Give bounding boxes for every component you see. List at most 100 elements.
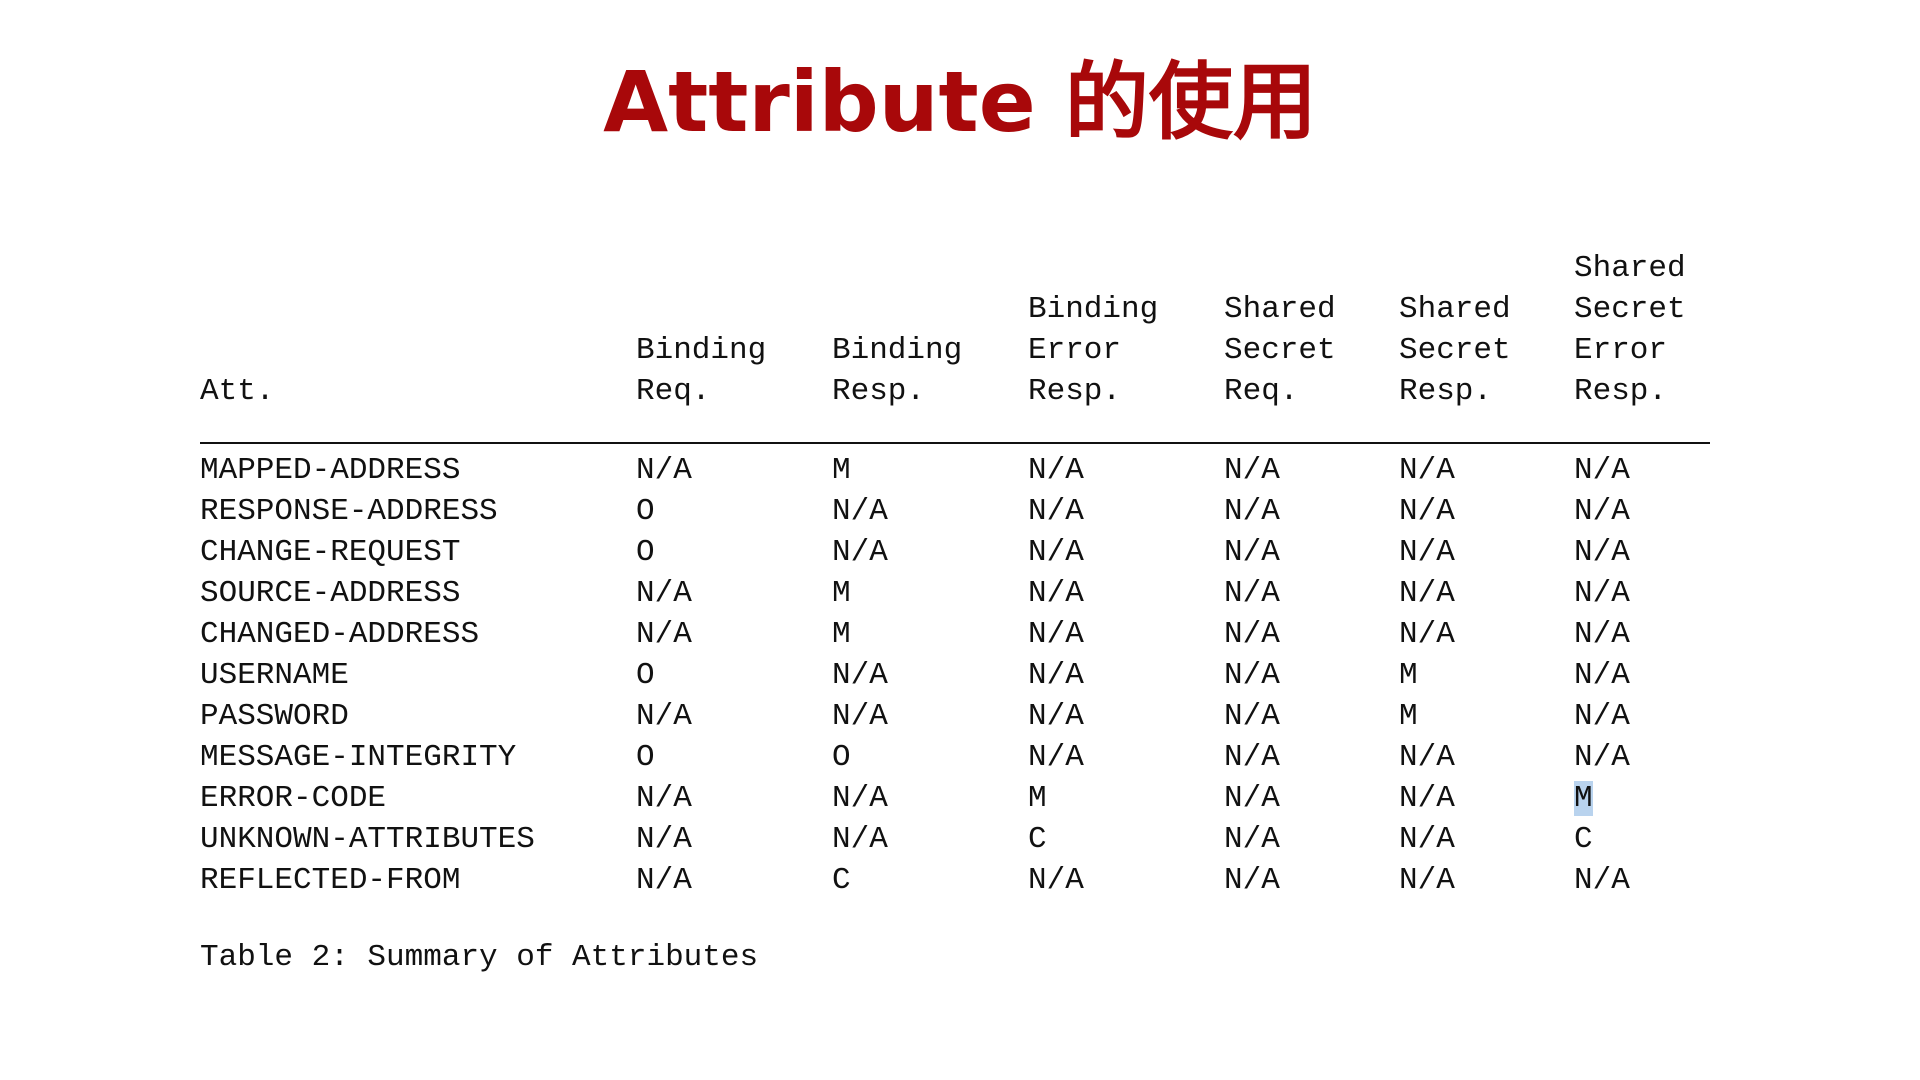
table-cell: N/A	[832, 535, 888, 570]
slide-title: Attribute 的使用	[603, 53, 1317, 151]
table-cell: N/A	[1224, 822, 1280, 857]
table-cell: M	[832, 617, 851, 652]
table-cell: N/A	[1028, 535, 1084, 570]
table-row: REFLECTED-FROM N/A C N/A N/A N/A N/A	[200, 860, 1710, 901]
attribute-name: UNKNOWN-ATTRIBUTES	[200, 822, 535, 857]
table-row: MESSAGE-INTEGRITY O O N/A N/A N/A N/A	[200, 737, 1710, 778]
table-cell: N/A	[1399, 494, 1455, 529]
table-cell: N/A	[1574, 658, 1630, 693]
table-cell: C	[1028, 822, 1047, 857]
table-cell-selected[interactable]: M	[1574, 778, 1710, 819]
table-cell: N/A	[1224, 535, 1280, 570]
table-cell: N/A	[1574, 740, 1630, 775]
table-cell: N/A	[636, 781, 692, 816]
table-cell: N/A	[1224, 494, 1280, 529]
header-shared-secret-error-resp: Shared Secret Error Resp.	[1574, 251, 1686, 409]
header-binding-resp: Binding Resp.	[832, 333, 963, 409]
slide: Attribute 的使用 Att. Binding Req. Binding …	[0, 0, 1920, 1080]
table-cell: N/A	[832, 822, 888, 857]
header-binding-error-resp: Binding Error Resp.	[1028, 292, 1159, 409]
table-cell: N/A	[832, 699, 888, 734]
table-caption: Table 2: Summary of Attributes	[200, 940, 759, 975]
attribute-name: MAPPED-ADDRESS	[200, 453, 461, 488]
table-cell: C	[832, 863, 851, 898]
header-shared-secret-resp: Shared Secret Resp.	[1399, 292, 1511, 409]
table-cell: N/A	[1399, 863, 1455, 898]
table-row: CHANGED-ADDRESS N/A M N/A N/A N/A N/A	[200, 614, 1710, 655]
table-cell: N/A	[1399, 781, 1455, 816]
attribute-name: REFLECTED-FROM	[200, 863, 461, 898]
table-cell: N/A	[1224, 453, 1280, 488]
table-row: CHANGE-REQUEST O N/A N/A N/A N/A N/A	[200, 532, 1710, 573]
table-cell: N/A	[1028, 494, 1084, 529]
table-cell: N/A	[1224, 740, 1280, 775]
table-cell: M	[1399, 658, 1418, 693]
table-cell: N/A	[1028, 863, 1084, 898]
table-cell: N/A	[1028, 576, 1084, 611]
attribute-name: PASSWORD	[200, 699, 349, 734]
attribute-name: USERNAME	[200, 658, 349, 693]
table-cell: N/A	[832, 781, 888, 816]
table-cell: N/A	[1224, 699, 1280, 734]
table-cell: N/A	[1399, 740, 1455, 775]
table-cell: C	[1574, 822, 1593, 857]
attribute-name: CHANGE-REQUEST	[200, 535, 461, 570]
table-cell: N/A	[1028, 453, 1084, 488]
table-row: UNKNOWN-ATTRIBUTES N/A N/A C N/A N/A C	[200, 819, 1710, 860]
table-cell: N/A	[1574, 617, 1630, 652]
table-header-row: Att. Binding Req. Binding Resp. Binding …	[200, 248, 1710, 443]
attribute-name: SOURCE-ADDRESS	[200, 576, 461, 611]
table-cell: N/A	[1399, 453, 1455, 488]
table-row: MAPPED-ADDRESS N/A M N/A N/A N/A N/A	[200, 443, 1710, 491]
table-cell: N/A	[1028, 699, 1084, 734]
table-cell: N/A	[832, 494, 888, 529]
table-cell: N/A	[1399, 617, 1455, 652]
table-cell: N/A	[1574, 576, 1630, 611]
table-cell: N/A	[636, 822, 692, 857]
table-cell: N/A	[1224, 781, 1280, 816]
table-cell: O	[636, 740, 655, 775]
attributes-summary-table: Att. Binding Req. Binding Resp. Binding …	[200, 248, 1710, 901]
table-cell: N/A	[1399, 822, 1455, 857]
table-row: SOURCE-ADDRESS N/A M N/A N/A N/A N/A	[200, 573, 1710, 614]
table-row: PASSWORD N/A N/A N/A N/A M N/A	[200, 696, 1710, 737]
table-cell: N/A	[1574, 863, 1630, 898]
header-binding-req: Binding Req.	[636, 333, 767, 409]
attribute-name: CHANGED-ADDRESS	[200, 617, 480, 652]
table-cell: N/A	[1574, 535, 1630, 570]
header-attribute: Att.	[200, 374, 275, 409]
table-cell: N/A	[1574, 699, 1630, 734]
table-cell: O	[636, 535, 655, 570]
table-cell: O	[636, 658, 655, 693]
header-shared-secret-req: Shared Secret Req.	[1224, 292, 1336, 409]
table-cell: N/A	[636, 453, 692, 488]
table-cell: N/A	[1028, 658, 1084, 693]
table-cell: O	[636, 494, 655, 529]
table-cell: N/A	[1574, 494, 1630, 529]
table-cell: N/A	[1224, 576, 1280, 611]
table-cell: N/A	[1028, 740, 1084, 775]
table-row: RESPONSE-ADDRESS O N/A N/A N/A N/A N/A	[200, 491, 1710, 532]
table-cell: M	[1028, 781, 1047, 816]
table-cell: M	[832, 453, 851, 488]
table-cell: N/A	[1028, 617, 1084, 652]
table-cell: N/A	[636, 617, 692, 652]
table-cell: M	[832, 576, 851, 611]
table-row: ERROR-CODE N/A N/A M N/A N/A M	[200, 778, 1710, 819]
table-cell: N/A	[1224, 658, 1280, 693]
table-cell: N/A	[636, 863, 692, 898]
table-cell: N/A	[1399, 535, 1455, 570]
table-cell: M	[1399, 699, 1418, 734]
table-cell: N/A	[832, 658, 888, 693]
table-cell: N/A	[1574, 453, 1630, 488]
table-cell: N/A	[636, 699, 692, 734]
attributes-table-block: Att. Binding Req. Binding Resp. Binding …	[200, 248, 1710, 978]
table-cell: N/A	[1399, 576, 1455, 611]
table-cell: O	[832, 740, 851, 775]
table-cell: N/A	[636, 576, 692, 611]
selected-text[interactable]: M	[1574, 781, 1593, 816]
attribute-name: MESSAGE-INTEGRITY	[200, 740, 517, 775]
table-cell: N/A	[1224, 617, 1280, 652]
attribute-name: RESPONSE-ADDRESS	[200, 494, 498, 529]
table-cell: N/A	[1224, 863, 1280, 898]
